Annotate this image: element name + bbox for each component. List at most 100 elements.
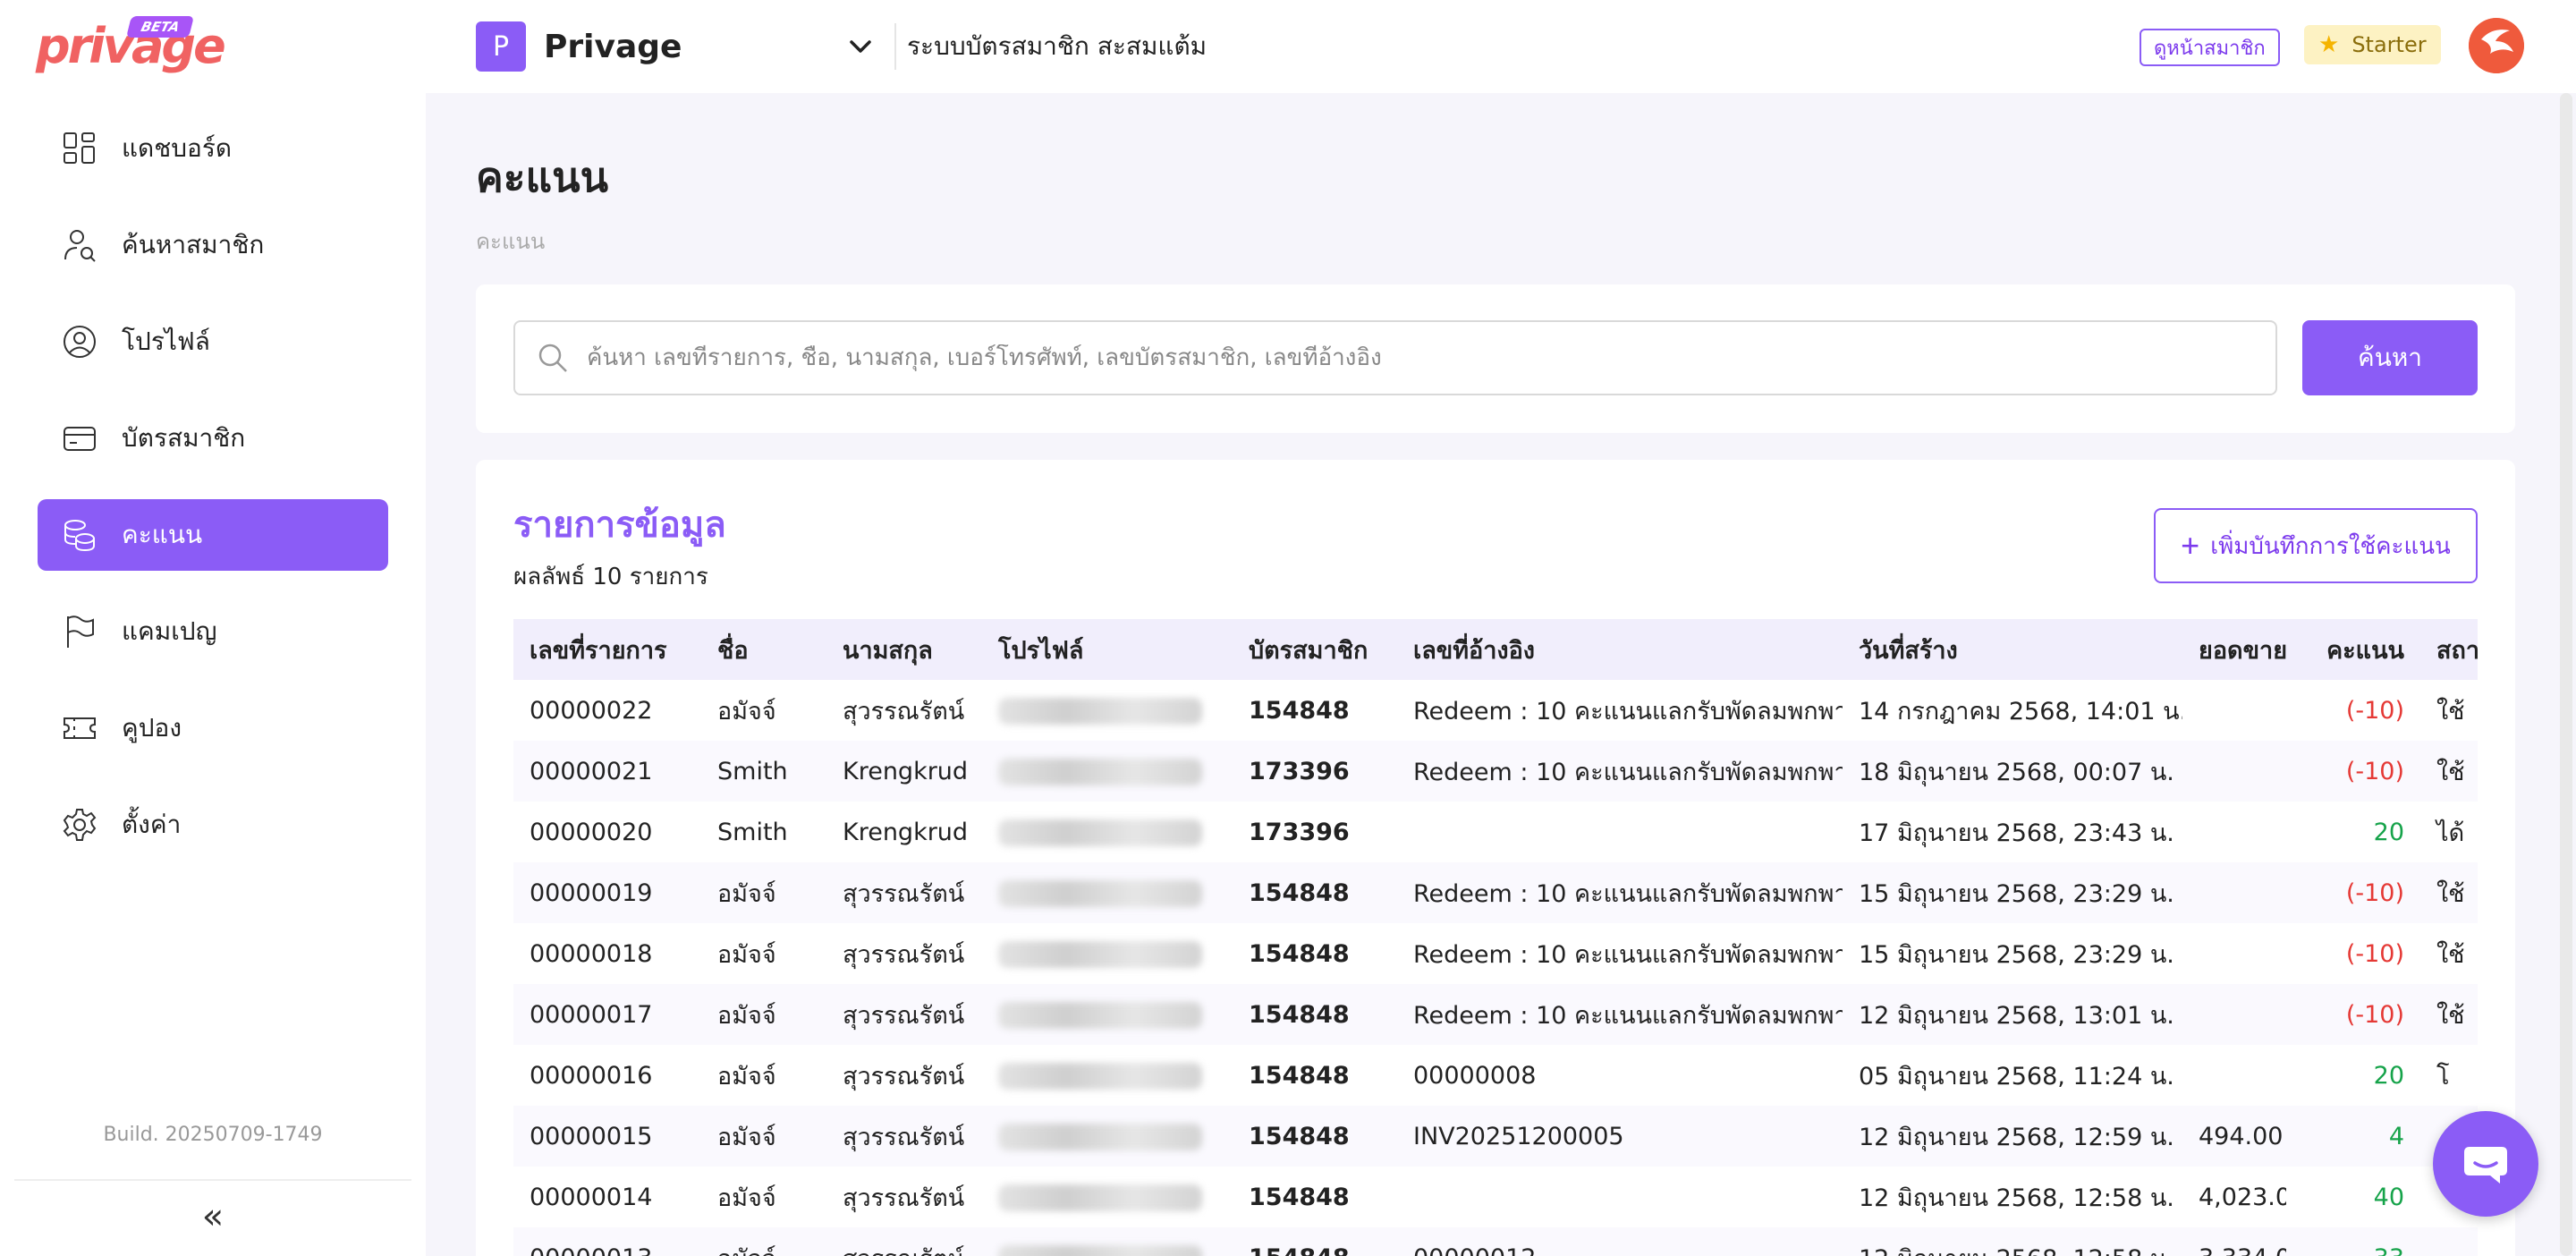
created-date-cell: 14 กรกฎาคม 2568, 14:01 น. <box>1859 697 2182 726</box>
transaction-id-cell: 00000019 <box>513 862 701 923</box>
column-header[interactable]: วันที่สร้าง <box>1843 619 2182 680</box>
reference-cell <box>1397 802 1843 862</box>
reference-cell: Redeem : 10 คะแนนแลกรับพัดลมพกพา <box>1413 940 1843 969</box>
first-name-cell: อมัจจ์ <box>717 1062 776 1091</box>
plan-badge[interactable]: ★ Starter <box>2304 25 2441 64</box>
created-date-cell: 05 มิถุนายน 2568, 11:24 น. <box>1859 1062 2174 1091</box>
profile-cell <box>982 1167 1233 1227</box>
column-header[interactable]: โปรไฟล์ <box>982 619 1233 680</box>
table-row[interactable]: 00000018 อมัจจ์ สุวรรณรัตน์ 154848 Redeem : … <box>513 923 2478 984</box>
column-header[interactable]: นามสกุล <box>826 619 982 680</box>
flag-icon <box>67 615 94 648</box>
sidebar-item-profile[interactable]: โปรไฟล์ <box>38 306 388 378</box>
sidebar-item-campaign[interactable]: แคมเปญ <box>38 596 388 667</box>
sidebar: แดชบอร์ด ค้นหาสมาชิก โปรไฟล์ บัตรสมาชิก … <box>0 93 426 1256</box>
transaction-id-cell: 00000018 <box>530 939 653 968</box>
last-name-cell: สุวรรณรัตน์ <box>826 1227 982 1256</box>
first-name-cell: อมัจจ์ <box>717 697 776 726</box>
sidebar-item-settings[interactable]: ตั้งค่า <box>38 789 388 861</box>
status-cell: โ <box>2436 1062 2450 1091</box>
member-card-cell: 154848 <box>1233 984 1397 1045</box>
table-row[interactable]: 00000022 อมัจจ์ สุวรรณรัตน์ 154848 Redeem : … <box>513 680 2478 741</box>
table-row[interactable]: 00000015 อมัจจ์ สุวรรณรัตน์ 154848 INV202512… <box>513 1106 2478 1167</box>
sidebar-item-points[interactable]: คะแนน <box>38 499 388 571</box>
sales-amount-cell: 3,334.00 <box>2182 1227 2286 1256</box>
points-cell: (-10) <box>2286 984 2420 1045</box>
status-cell: ใช้ <box>2436 940 2465 969</box>
profile-cell <box>982 923 1233 984</box>
table-row[interactable]: 00000020 Smith Krengkrud 173396 17 มิถุนายน … <box>513 802 2478 862</box>
points-cell: (-10) <box>2345 939 2404 968</box>
search-input[interactable] <box>587 344 2250 371</box>
points-cell: (-10) <box>2345 696 2404 725</box>
first-name-cell: อมัจจ์ <box>701 984 826 1045</box>
blurred-phone-number <box>998 1001 1202 1029</box>
page-title: คะแนน <box>476 153 609 201</box>
points-table-wrapper[interactable]: เลขที่รายการ ชื่อ นามสกุล โปรไฟล์ บัตรสม… <box>513 619 2478 1256</box>
transaction-id-cell: 00000020 <box>530 818 653 846</box>
sidebar-divider <box>14 1179 411 1181</box>
page-scrollbar[interactable] <box>2560 93 2572 1256</box>
sidebar-item-member-card[interactable]: บัตรสมาชิก <box>38 403 388 474</box>
add-button-label: เพิ่มบันทึกการใช้คะแนน <box>2210 531 2451 559</box>
first-name-cell: อมัจจ์ <box>717 1184 776 1212</box>
table-row[interactable]: 00000021 Smith Krengkrud 173396 Redeem : 10 … <box>513 741 2478 802</box>
transaction-id-cell: 00000017 <box>513 984 701 1045</box>
breadcrumb[interactable]: คะแนน <box>476 224 545 259</box>
sidebar-item-member-search[interactable]: ค้นหาสมาชิก <box>38 209 388 281</box>
sidebar-item-label: ค้นหาสมาชิก <box>122 230 265 259</box>
sales-amount-cell <box>2182 802 2286 862</box>
sidebar-item-label: แคมเปญ <box>122 616 217 646</box>
table-row[interactable]: 00000013อมัจจ์สุวรรณรัตน์ 154848000000121… <box>513 1227 2478 1256</box>
add-point-usage-button[interactable]: + เพิ่มบันทึกการใช้คะแนน <box>2154 508 2478 583</box>
brand-logo[interactable]: privage BETA <box>36 16 226 75</box>
column-header[interactable]: ชื่อ <box>701 619 826 680</box>
blurred-phone-number <box>998 697 1202 725</box>
column-header[interactable]: บัตรสมาชิก <box>1233 619 1397 680</box>
member-card-cell: 154848 <box>1249 1061 1350 1090</box>
table-row[interactable]: 00000017 อมัจจ์ สุวรรณรัตน์ 154848 Redeem : … <box>513 984 2478 1045</box>
sidebar-item-label: ตั้งค่า <box>122 810 182 839</box>
points-cell: 20 <box>2373 1061 2404 1090</box>
plus-icon: + <box>2181 527 2200 564</box>
sidebar-item-label: บัตรสมาชิก <box>122 423 246 453</box>
transaction-id-cell: 00000015 <box>513 1106 701 1167</box>
view-member-page-button[interactable]: ดูหน้าสมาชิก <box>2140 29 2280 66</box>
blurred-phone-number <box>998 1184 1202 1211</box>
shop-initial-badge: P <box>476 21 526 72</box>
sidebar-item-coupon[interactable]: คูปอง <box>38 692 388 764</box>
created-date-cell: 12 มิถุนายน 2568, 12:58 น. <box>1859 1184 2174 1212</box>
sidebar-item-dashboard[interactable]: แดชบอร์ด <box>38 113 388 184</box>
chat-icon <box>2464 1147 2507 1184</box>
search-button[interactable]: ค้นหา <box>2302 320 2478 395</box>
chevron-down-icon[interactable] <box>843 34 878 61</box>
profile-icon <box>64 326 96 358</box>
blurred-phone-number <box>998 819 1202 846</box>
shop-switcher[interactable]: P Privage <box>476 21 871 72</box>
table-row[interactable]: 00000019 อมัจจ์ สุวรรณรัตน์ 154848 Redeem : … <box>513 862 2478 923</box>
table-row[interactable]: 00000016 อมัจจ์ สุวรรณรัตน์ 154848 00000008 0… <box>513 1045 2478 1106</box>
transaction-id-cell: 00000016 <box>530 1061 653 1090</box>
sidebar-item-label: แดชบอร์ด <box>122 133 233 163</box>
top-header: privage BETA P Privage ระบบบัตรสมาชิก สะ… <box>0 0 2576 93</box>
sales-amount-cell <box>2182 862 2286 923</box>
avatar[interactable] <box>2469 18 2524 73</box>
first-name-cell: Smith <box>717 818 788 846</box>
created-date-cell: 17 มิถุนายน 2568, 23:43 น. <box>1859 819 2174 847</box>
column-header[interactable]: คะแนน <box>2286 619 2420 680</box>
reference-cell <box>1397 1167 1843 1227</box>
column-header[interactable]: เลขที่อ้างอิง <box>1397 619 1843 680</box>
status-cell: ใช้ <box>2420 862 2478 923</box>
sales-amount-cell <box>2182 1045 2286 1106</box>
search-box[interactable] <box>513 320 2277 395</box>
collapse-sidebar-icon[interactable]: « <box>195 1193 231 1240</box>
column-header[interactable]: สถานะ <box>2420 619 2478 680</box>
reference-cell: 00000008 <box>1413 1061 1537 1090</box>
sales-amount-cell: 4,023.00 <box>2199 1183 2286 1211</box>
chat-support-button[interactable] <box>2433 1111 2538 1217</box>
points-cell: 4 <box>2286 1106 2420 1167</box>
member-card-cell: 154848 <box>1249 939 1350 968</box>
column-header[interactable]: เลขที่รายการ <box>513 619 701 680</box>
column-header[interactable]: ยอดขาย <box>2182 619 2286 680</box>
table-row[interactable]: 00000014 อมัจจ์ สุวรรณรัตน์ 154848 12 มิถุนา… <box>513 1167 2478 1227</box>
